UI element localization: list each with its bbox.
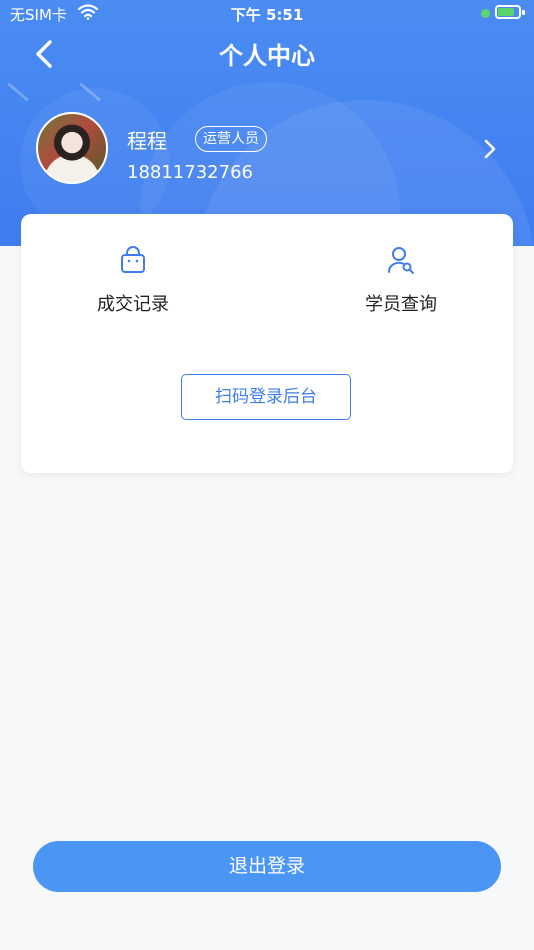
student-query-entry[interactable]: 学员查询: [331, 244, 471, 316]
battery-cap: [522, 10, 525, 15]
user-search-icon: [387, 247, 414, 274]
avatar[interactable]: [36, 112, 108, 184]
charging-indicator-icon: [481, 9, 490, 18]
deal-records-label: 成交记录: [97, 294, 169, 315]
scan-login-button[interactable]: 扫码登录后台: [181, 374, 351, 420]
battery-level: [498, 8, 515, 16]
student-query-label: 学员查询: [365, 294, 437, 315]
function-card: 成交记录 学员查询 扫码登录后台: [21, 214, 513, 473]
status-time: 下午 5:51: [230, 6, 304, 24]
profile-header: 无SIM卡 下午 5:51 个人中心 程程 运营人员 18811732766: [0, 0, 534, 246]
deal-records-entry[interactable]: 成交记录: [63, 244, 203, 316]
role-badge: 运营人员: [195, 126, 267, 152]
shopping-bag-icon: [121, 246, 145, 273]
logout-button[interactable]: 退出登录: [33, 841, 501, 892]
page-title: 个人中心: [219, 42, 315, 70]
battery-icon: [495, 5, 521, 19]
phone-number: 18811732766: [127, 162, 253, 183]
chevron-right-icon[interactable]: [480, 138, 500, 160]
header-decoration: [7, 82, 29, 102]
status-bar: 无SIM卡 下午 5:51: [0, 0, 534, 28]
user-name: 程程: [127, 129, 167, 153]
